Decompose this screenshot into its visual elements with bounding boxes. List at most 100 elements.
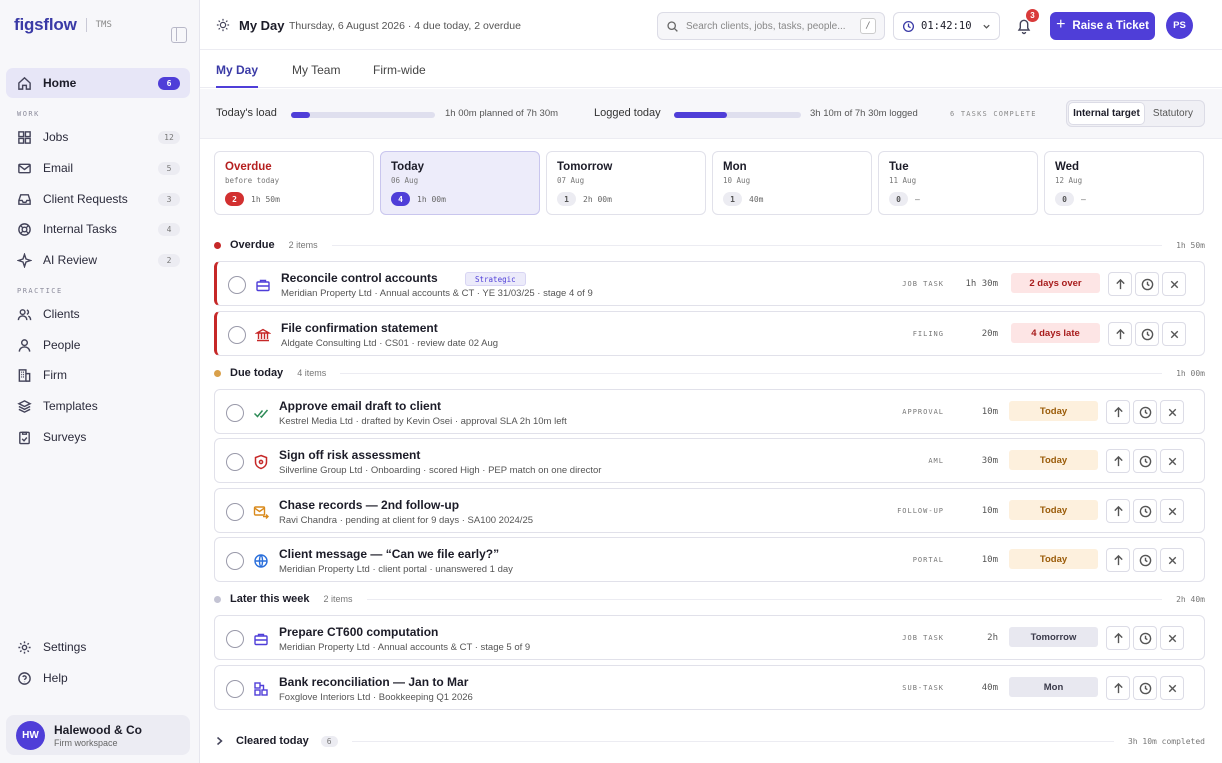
dismiss-button[interactable] — [1160, 676, 1184, 700]
load-summary: Today's load 1h 00m planned of 7h 30m Lo… — [200, 89, 1222, 139]
today-load-fill — [291, 112, 311, 118]
dismiss-button[interactable] — [1160, 626, 1184, 650]
snooze-button[interactable] — [1133, 400, 1157, 424]
workspace-name: Halewood & Co — [54, 722, 143, 737]
task-checkbox[interactable] — [226, 404, 244, 422]
cleared-today-toggle[interactable]: Cleared today 6 3h 10m completed — [214, 732, 1205, 750]
sidebar-item-client-requests[interactable]: Client Requests 3 — [6, 184, 190, 214]
tab-my-team[interactable]: My Team — [292, 63, 340, 88]
sidebar-item-jobs[interactable]: Jobs 12 — [6, 122, 190, 152]
sidebar-item-label: Client Requests — [43, 192, 128, 206]
dismiss-button[interactable] — [1160, 499, 1184, 523]
day-card-tue[interactable]: Tue 11 Aug 0 — — [878, 151, 1038, 215]
user-avatar[interactable]: PS — [1166, 12, 1193, 39]
raise-priority-button[interactable] — [1106, 400, 1130, 424]
task-checkbox[interactable] — [226, 630, 244, 648]
snooze-button[interactable] — [1133, 548, 1157, 572]
sidebar-item-email[interactable]: Email 5 — [6, 153, 190, 183]
raise-priority-button[interactable] — [1106, 548, 1130, 572]
raise-priority-button[interactable] — [1106, 449, 1130, 473]
task-checkbox[interactable] — [226, 680, 244, 698]
tab-my-day[interactable]: My Day — [216, 63, 259, 88]
day-card-today[interactable]: Today 06 Aug 4 1h 00m — [380, 151, 540, 215]
task-row[interactable]: Prepare CT600 computation Meridian Prope… — [214, 615, 1205, 660]
snooze-button[interactable] — [1135, 322, 1159, 346]
sidebar-item-clients[interactable]: Clients — [6, 299, 190, 329]
task-row[interactable]: Reconcile control accounts Strategic Mer… — [214, 261, 1205, 306]
tab-firm-wide[interactable]: Firm-wide — [373, 63, 426, 88]
close-icon — [1168, 457, 1176, 465]
statutory-option[interactable]: Statutory — [1144, 103, 1202, 124]
task-checkbox[interactable] — [226, 453, 244, 471]
snooze-button[interactable] — [1135, 272, 1159, 296]
task-row[interactable]: Client message — “Can we file early?” Me… — [214, 537, 1205, 582]
clock-icon — [1139, 406, 1151, 418]
task-checkbox[interactable] — [226, 503, 244, 521]
clock-icon — [1141, 328, 1153, 340]
clock-icon — [1139, 554, 1151, 566]
internal-target-option[interactable]: Internal target — [1069, 103, 1144, 124]
sidebar-item-people[interactable]: People — [6, 330, 190, 360]
dismiss-button[interactable] — [1162, 272, 1186, 296]
task-row[interactable]: Chase records — 2nd follow-up Ravi Chand… — [214, 488, 1205, 533]
raise-priority-button[interactable] — [1108, 272, 1132, 296]
logged-today-label: Logged today — [594, 107, 661, 119]
search-placeholder: Search clients, jobs, tasks, people... — [686, 20, 846, 32]
day-card-tomorrow[interactable]: Tomorrow 07 Aug 1 2h 00m — [546, 151, 706, 215]
sidebar-item-firm[interactable]: Firm — [6, 360, 190, 390]
raise-ticket-button[interactable]: + Raise a Ticket — [1050, 12, 1155, 40]
day-card-wed[interactable]: Wed 12 Aug 0 — — [1044, 151, 1204, 215]
sidebar-item-home[interactable]: Home 6 — [6, 68, 190, 98]
sidebar-item-internal-tasks[interactable]: Internal Tasks 4 — [6, 214, 190, 244]
grid-icon — [16, 129, 32, 145]
logged-today-bar — [674, 112, 801, 118]
sidebar-item-count: 5 — [158, 161, 180, 175]
task-checkbox[interactable] — [228, 326, 246, 344]
dismiss-button[interactable] — [1160, 400, 1184, 424]
clock-icon — [1141, 278, 1153, 290]
brand-logo[interactable]: figsflow — [14, 15, 77, 35]
dismiss-button[interactable] — [1160, 449, 1184, 473]
task-row[interactable]: Sign off risk assessment Silverline Grou… — [214, 438, 1205, 483]
snooze-button[interactable] — [1133, 676, 1157, 700]
sidebar-item-templates[interactable]: Templates — [6, 391, 190, 421]
sidebar-item-settings[interactable]: Settings — [6, 632, 190, 662]
task-checkbox[interactable] — [226, 552, 244, 570]
search-input[interactable]: Search clients, jobs, tasks, people... / — [657, 12, 885, 40]
notifications-button[interactable]: 3 — [1016, 9, 1039, 35]
day-sub: 07 Aug — [557, 176, 585, 185]
group-name: Later this week — [230, 593, 310, 605]
sidebar-item-help[interactable]: Help — [6, 663, 190, 693]
day-count: 1 — [557, 192, 576, 206]
task-duration: 20m — [981, 329, 998, 339]
raise-priority-button[interactable] — [1106, 676, 1130, 700]
task-duration: 10m — [981, 506, 998, 516]
task-row[interactable]: File confirmation statement Aldgate Cons… — [214, 311, 1205, 356]
snooze-button[interactable] — [1133, 499, 1157, 523]
task-row[interactable]: Approve email draft to client Kestrel Me… — [214, 389, 1205, 434]
task-subtitle: Kestrel Media Ltd · drafted by Kevin Ose… — [279, 416, 567, 427]
timer-dropdown[interactable]: 01:42:10 — [893, 12, 1000, 40]
cleared-total: 3h 10m completed — [1127, 736, 1205, 746]
snooze-button[interactable] — [1133, 449, 1157, 473]
sidebar-item-ai-review[interactable]: AI Review 2 — [6, 245, 190, 275]
day-count: 4 — [391, 192, 410, 206]
sidebar-item-count: 4 — [158, 222, 180, 236]
task-row[interactable]: Bank reconciliation — Jan to Mar Foxglov… — [214, 665, 1205, 710]
arrow-up-icon — [1113, 554, 1123, 565]
day-card-mon[interactable]: Mon 10 Aug 1 40m — [712, 151, 872, 215]
raise-priority-button[interactable] — [1108, 322, 1132, 346]
day-card-overdue[interactable]: Overdue before today 2 1h 50m — [214, 151, 374, 215]
sidebar-toggle-icon[interactable] — [171, 27, 187, 43]
sidebar-item-surveys[interactable]: Surveys — [6, 422, 190, 452]
dismiss-button[interactable] — [1160, 548, 1184, 572]
raise-priority-button[interactable] — [1106, 499, 1130, 523]
raise-priority-button[interactable] — [1106, 626, 1130, 650]
cleared-count: 6 — [320, 735, 338, 747]
layers-icon — [16, 398, 32, 414]
workspace-switcher[interactable]: HW Halewood & Co Firm workspace — [6, 715, 190, 755]
task-kind: PORTAL — [912, 556, 944, 564]
snooze-button[interactable] — [1133, 626, 1157, 650]
dismiss-button[interactable] — [1162, 322, 1186, 346]
task-checkbox[interactable] — [228, 276, 246, 294]
